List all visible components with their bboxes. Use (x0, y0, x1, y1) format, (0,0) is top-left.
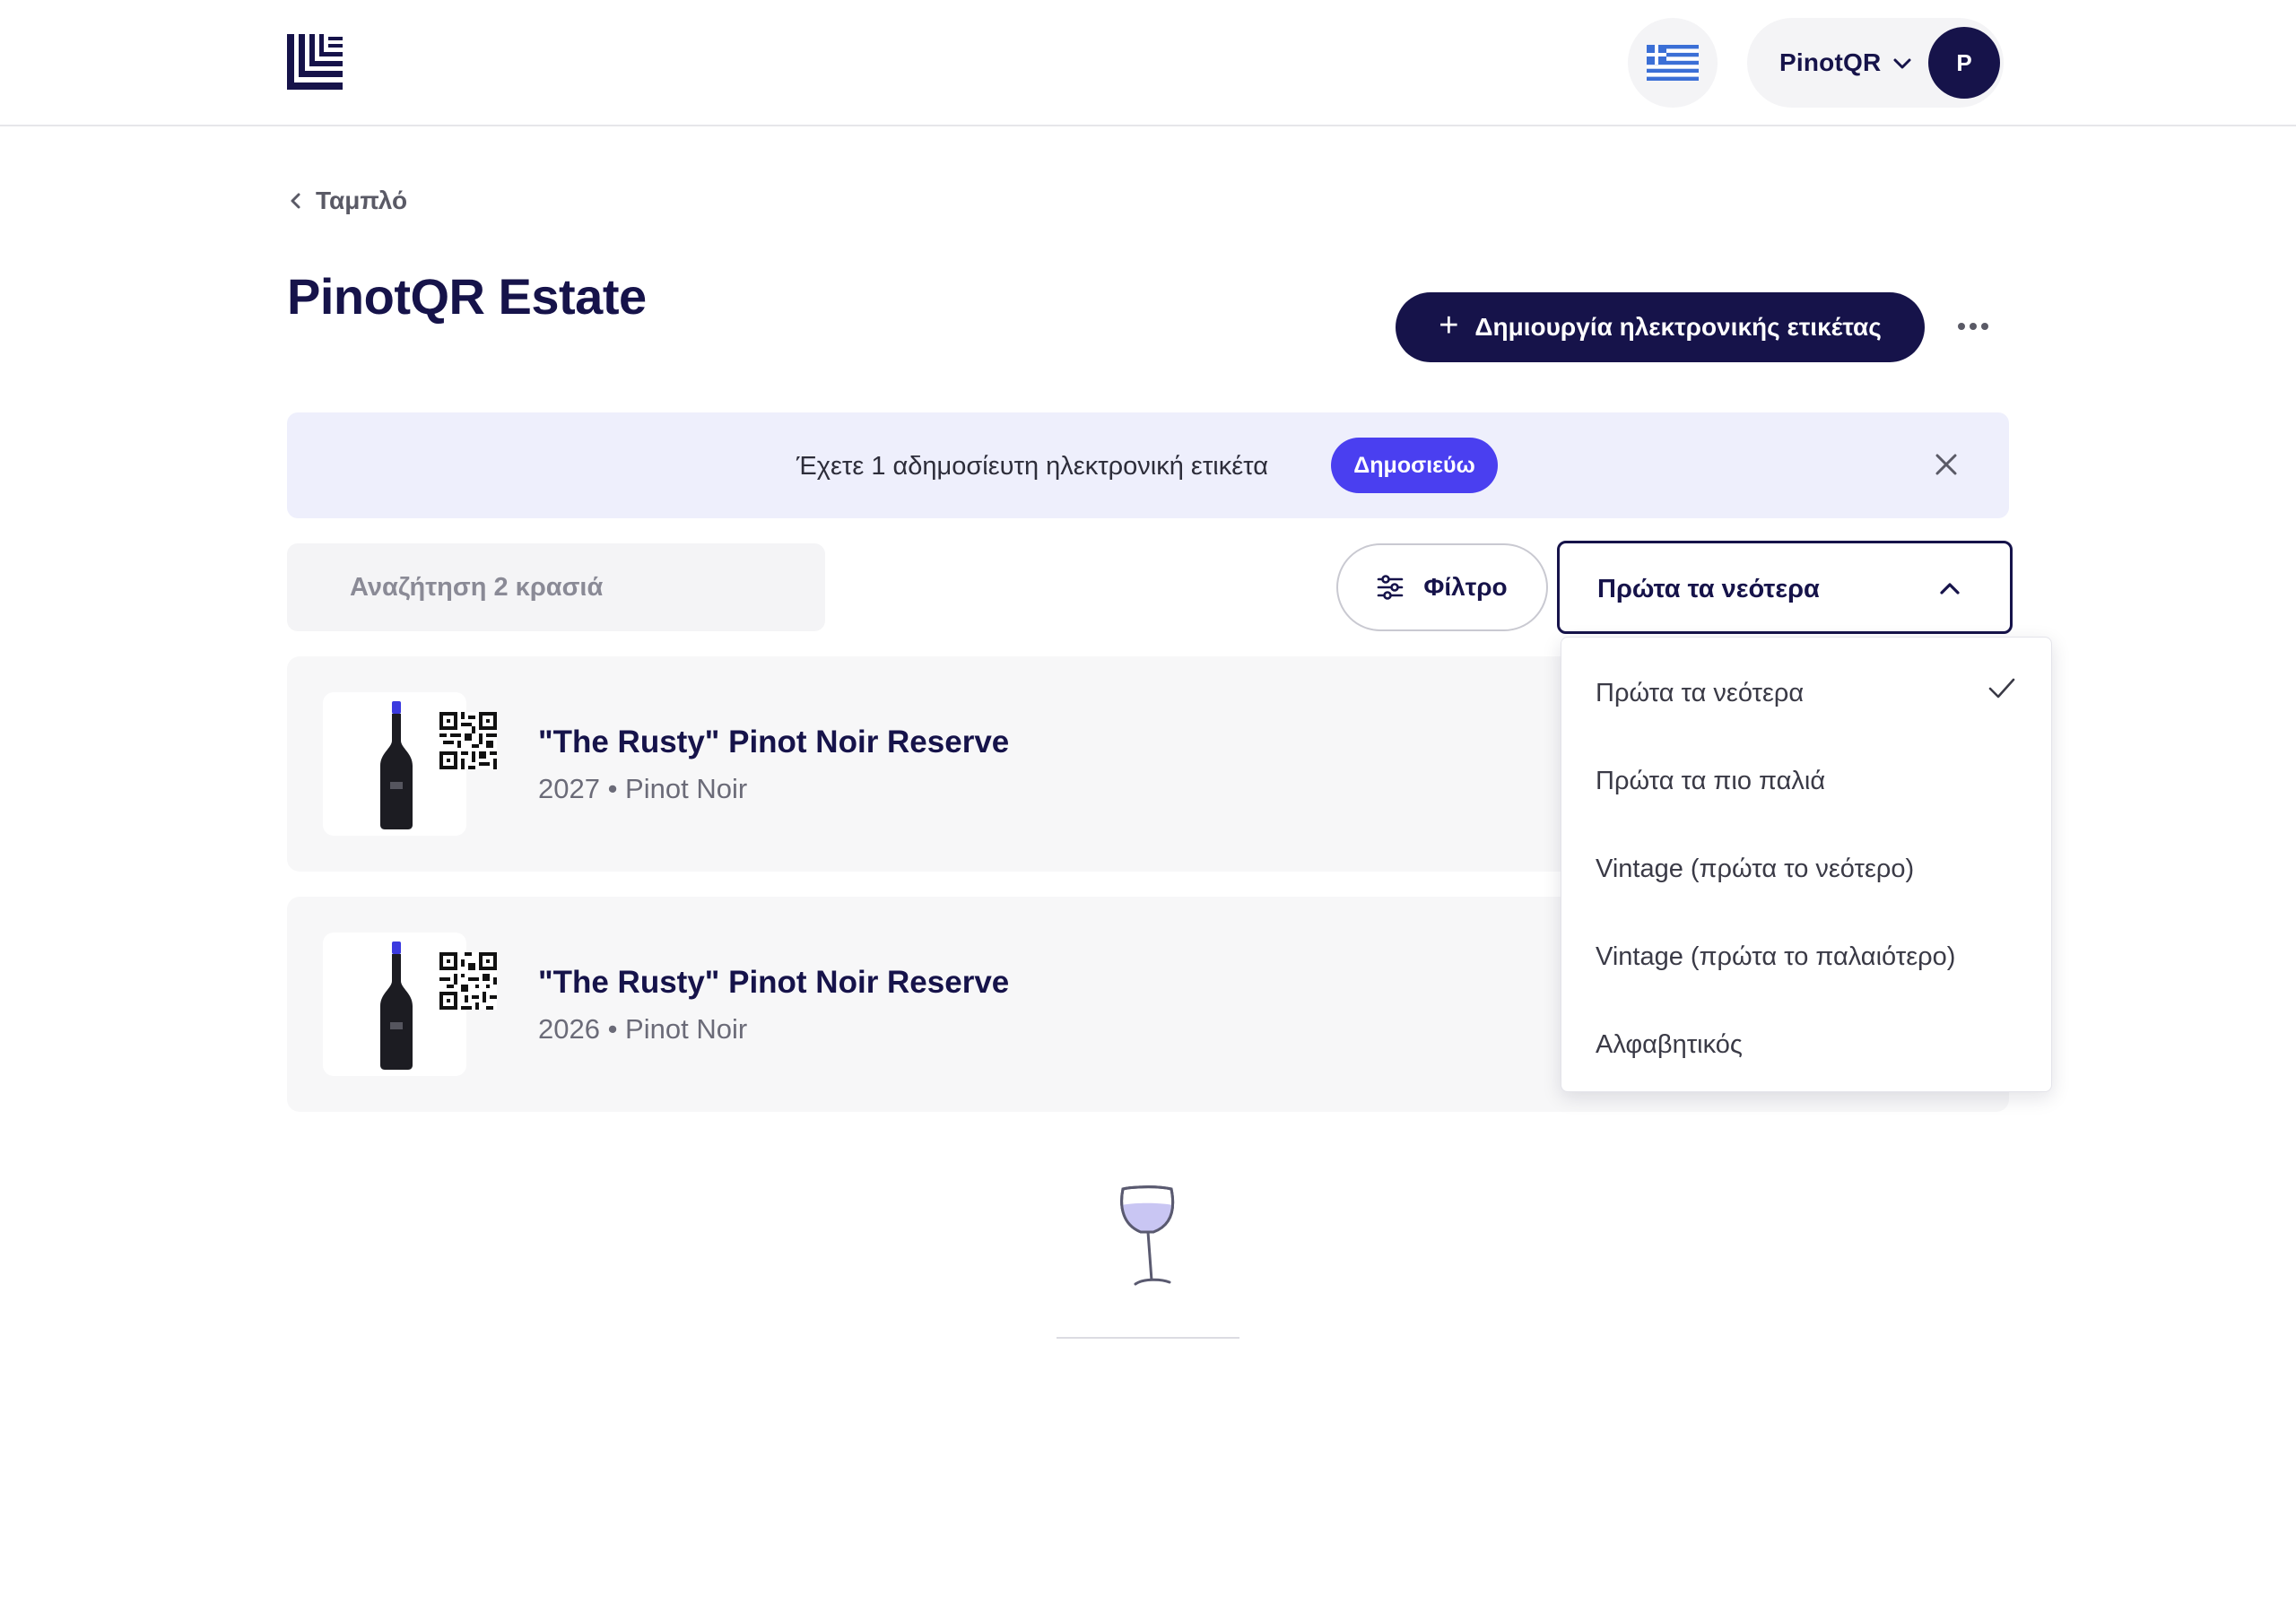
sort-option-vintage-newest[interactable]: Vintage (πρώτα το νεότερο) (1596, 855, 1914, 884)
sort-option-newest[interactable]: Πρώτα τα νεότερα (1596, 679, 1804, 708)
chevron-down-icon (1893, 58, 1911, 69)
wine-meta: 2026 • Pinot Noir (538, 1013, 748, 1045)
more-horizontal-icon (1958, 323, 1988, 330)
avatar[interactable]: P (1928, 27, 2000, 99)
create-e-label-button[interactable]: + Δημιουργία ηλεκτρονικής ετικέτας (1396, 292, 1925, 362)
divider (1057, 1337, 1239, 1339)
wine-glass-icon (1120, 1185, 1175, 1286)
breadcrumb-label: Ταμπλό (316, 187, 408, 214)
sort-dropdown[interactable]: Πρώτα τα νεότερα (1557, 541, 2013, 634)
qr-code-icon (439, 952, 497, 1010)
page-title: PinotQR Estate (287, 268, 647, 325)
search-input[interactable] (287, 543, 825, 631)
more-options-button[interactable] (1955, 308, 1991, 344)
breadcrumb[interactable]: Ταμπλό (287, 187, 407, 215)
greek-flag-icon (1647, 45, 1699, 81)
app-logo-icon[interactable] (287, 34, 343, 90)
sort-option-oldest[interactable]: Πρώτα τα πιο παλιά (1596, 767, 1825, 796)
qr-code-icon (439, 712, 497, 769)
plus-icon: + (1439, 307, 1459, 344)
wine-thumbnail (323, 933, 497, 1076)
wine-name: "The Rusty" Pinot Noir Reserve (538, 725, 1010, 759)
filter-label: Φίλτρο (1423, 573, 1508, 601)
banner-text: Έχετε 1 αδημοσίευτη ηλεκτρονική ετικέτα (796, 452, 1268, 481)
top-header: PinotQR P (0, 0, 2296, 126)
language-switch-button[interactable] (1628, 18, 1718, 108)
check-icon (1988, 678, 2015, 699)
sort-selected-label: Πρώτα τα νεότερα (1597, 575, 1820, 603)
account-name: PinotQR (1779, 48, 1882, 76)
wine-bottle-icon (380, 701, 413, 829)
wine-bottle-icon (380, 941, 413, 1070)
create-e-label-label: Δημιουργία ηλεκτρονικής ετικέτας (1474, 313, 1882, 341)
wine-meta: 2027 • Pinot Noir (538, 773, 748, 804)
filter-button[interactable]: Φίλτρο (1336, 543, 1548, 631)
wine-name: "The Rusty" Pinot Noir Reserve (538, 965, 1010, 1000)
close-icon[interactable] (1928, 447, 1964, 482)
sort-option-alphabetical[interactable]: Αλφαβητικός (1596, 1030, 1743, 1060)
unpublished-banner: Έχετε 1 αδημοσίευτη ηλεκτρονική ετικέτα … (287, 412, 2009, 518)
wine-thumbnail (323, 692, 497, 836)
chevron-up-icon (1940, 583, 1960, 594)
sort-option-vintage-oldest[interactable]: Vintage (πρώτα το παλαιότερο) (1596, 942, 1955, 972)
publish-button[interactable]: Δημοσιεύω (1331, 438, 1498, 493)
chevron-left-icon (291, 193, 300, 209)
account-menu-button[interactable]: PinotQR P (1747, 18, 2004, 108)
sort-menu: Πρώτα τα νεότερα Πρώτα τα πιο παλιά Vint… (1561, 637, 2052, 1092)
sliders-icon (1378, 575, 1404, 600)
